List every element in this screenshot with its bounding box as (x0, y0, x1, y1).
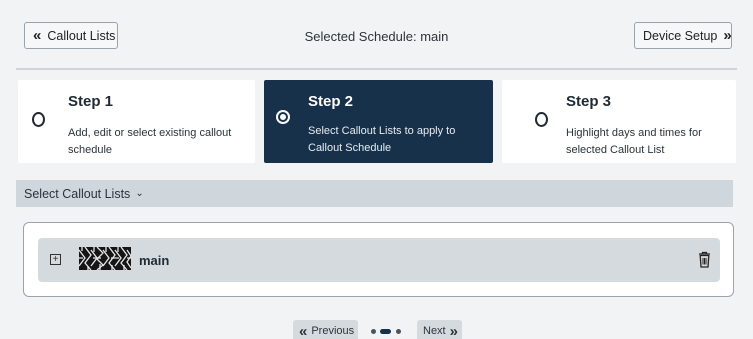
step-1-description: Add, edit or select existing callout sch… (68, 127, 232, 156)
back-button-label: Callout Lists (47, 28, 116, 43)
double-chevron-left-icon: « (299, 322, 308, 339)
top-bar: « Callout Lists Selected Schedule: main … (0, 0, 753, 72)
header-divider (16, 68, 737, 70)
pattern-image (79, 247, 131, 270)
step-1-card[interactable]: Step 1 Add, edit or select existing call… (18, 80, 255, 163)
list-item-label: main (139, 253, 170, 268)
callout-list-panel: + main (23, 222, 734, 297)
select-callout-lists-label: Select Callout Lists (24, 186, 131, 201)
step-2-radio[interactable] (276, 110, 290, 124)
select-callout-lists-dropdown[interactable]: Select Callout Lists ⌄ (16, 180, 733, 207)
list-item[interactable]: + main (38, 238, 720, 282)
step-3-description: Highlight days and times for selected Ca… (566, 127, 702, 156)
next-label: Next (423, 325, 446, 337)
page-dot-2[interactable] (380, 329, 391, 334)
next-button[interactable]: Next » (417, 320, 462, 339)
step-2-card[interactable]: Step 2 Select Callout Lists to apply to … (264, 80, 493, 163)
double-chevron-left-icon: « (33, 27, 42, 44)
callout-lists-back-button[interactable]: « Callout Lists (24, 22, 118, 49)
device-setup-button[interactable]: Device Setup » (634, 22, 732, 49)
step-2-title: Step 2 (308, 93, 354, 110)
pagination: « Previous Next » (0, 318, 753, 339)
double-chevron-right-icon: » (449, 322, 458, 339)
step-2-description: Select Callout Lists to apply to Callout… (308, 125, 456, 154)
trash-icon[interactable] (698, 251, 711, 268)
previous-button[interactable]: « Previous (293, 320, 358, 339)
page-dot-3[interactable] (396, 329, 401, 334)
chevron-down-icon: ⌄ (135, 188, 144, 199)
step-1-title: Step 1 (68, 93, 114, 110)
forward-button-label: Device Setup (643, 28, 718, 43)
page-dot-1[interactable] (371, 329, 376, 334)
step-3-card[interactable]: Step 3 Highlight days and times for sele… (502, 80, 736, 163)
step-3-title: Step 3 (566, 93, 612, 110)
step-1-radio[interactable] (32, 112, 45, 127)
plus-box-icon[interactable]: + (50, 254, 61, 265)
double-chevron-right-icon: » (723, 27, 732, 44)
step-selector: Step 1 Add, edit or select existing call… (18, 80, 736, 163)
previous-label: Previous (311, 325, 355, 337)
step-3-radio[interactable] (535, 112, 548, 127)
